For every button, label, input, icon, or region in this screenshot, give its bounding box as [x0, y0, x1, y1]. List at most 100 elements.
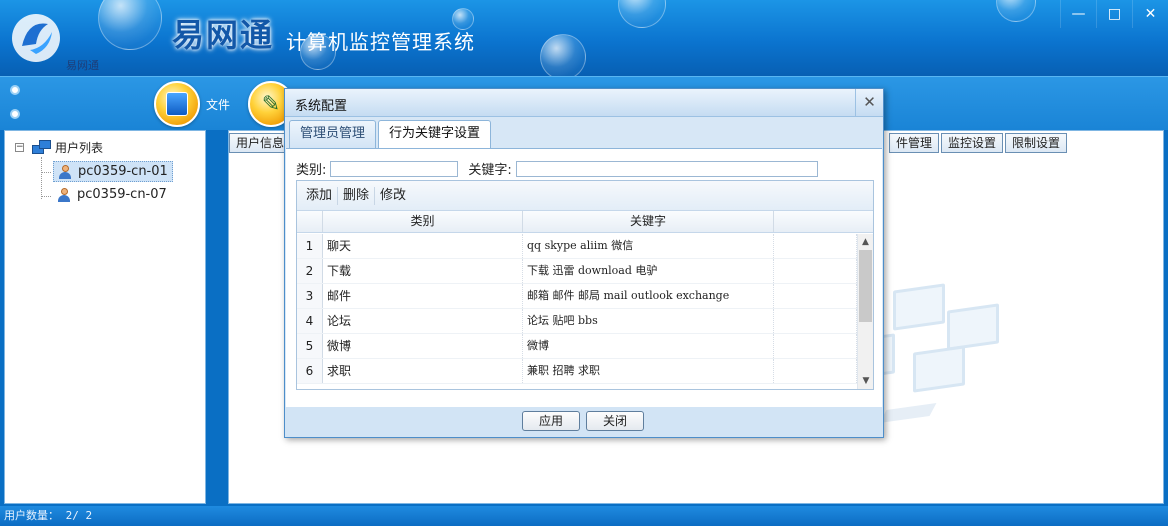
maximize-button[interactable]: □	[1096, 0, 1132, 28]
dialog-tabs: 管理员管理 行为关键字设置	[289, 120, 493, 149]
category-cell: 论坛	[323, 309, 523, 333]
toolbar-file-label: 文件	[206, 97, 231, 112]
tab-user-info[interactable]: 用户信息	[229, 133, 292, 153]
category-filter-label: 类别:	[296, 163, 327, 178]
keyword-column-header[interactable]: 关键字	[523, 211, 774, 232]
filler-cell	[774, 284, 857, 308]
filter-row: 类别: 关键字:	[296, 159, 828, 178]
app-logo-icon	[12, 14, 60, 62]
grid-rows: 1 聊天 qq skype aliim 微信 2 下载 下载 迅雷 downlo…	[297, 234, 857, 389]
status-bar: 用户数量： 2/ 2	[0, 506, 1168, 526]
app-title: 计算机监控管理系统	[286, 30, 475, 54]
dialog-cancel-button[interactable]: 关闭	[586, 411, 644, 431]
tree-user-label: pc0359-cn-07	[77, 187, 167, 202]
keyword-cell: 邮箱 邮件 邮局 mail outlook exchange	[523, 284, 774, 308]
scroll-thumb[interactable]	[859, 250, 872, 322]
tree-user-label: pc0359-cn-01	[78, 164, 168, 179]
apply-button[interactable]: 应用	[522, 411, 580, 431]
system-config-dialog: 系统配置 ✕ 管理员管理 行为关键字设置 类别: 关键字: 添加 删除 修改 类…	[284, 88, 884, 438]
dot-icon	[10, 109, 20, 119]
keyword-filter-input[interactable]	[515, 160, 818, 177]
grid-toolbar: 添加 删除 修改	[297, 181, 873, 211]
category-column-header[interactable]: 类别	[323, 211, 523, 232]
decorative-bubble	[618, 0, 666, 28]
category-cell: 下载	[323, 259, 523, 283]
tree-collapse-toggle[interactable]: −	[15, 143, 24, 152]
user-count-value: 2/ 2	[65, 509, 93, 522]
tree-root[interactable]: − 用户列表	[15, 139, 103, 156]
table-row[interactable]: 4 论坛 论坛 贴吧 bbs	[297, 309, 857, 334]
table-row[interactable]: 6 求职 兼职 招聘 求职	[297, 359, 857, 384]
keyword-cell: 下载 迅雷 download 电驴	[523, 259, 774, 283]
tree-root-label: 用户列表	[55, 141, 104, 155]
row-number: 1	[297, 234, 323, 258]
folder-icon	[154, 81, 200, 127]
minimize-button[interactable]: —	[1060, 0, 1096, 28]
window-close-button[interactable]: ✕	[1132, 0, 1168, 28]
table-row[interactable]: 2 下载 下载 迅雷 download 电驴	[297, 259, 857, 284]
row-number-header	[297, 211, 323, 232]
scroll-down-icon[interactable]: ▼	[858, 373, 874, 389]
dialog-footer: 应用 关闭	[285, 407, 883, 437]
tab-behavior-keywords[interactable]: 行为关键字设置	[378, 120, 492, 149]
tab-restriction-settings[interactable]: 限制设置	[1004, 133, 1067, 153]
decorative-bubble	[98, 0, 162, 50]
tree-user-node[interactable]: pc0359-cn-01	[53, 161, 173, 182]
dialog-body: 类别: 关键字: 添加 删除 修改 类别 关键字 1 聊天 qq skype a…	[286, 148, 882, 408]
user-tree-panel: − 用户列表 pc0359-cn-01 pc0359-cn-07	[4, 130, 206, 504]
network-icon	[32, 139, 52, 156]
keyword-cell: 微博	[523, 334, 774, 358]
keyword-cell: 兼职 招聘 求职	[523, 359, 774, 383]
tab-admin-management[interactable]: 管理员管理	[289, 120, 377, 148]
user-icon	[58, 164, 72, 179]
dot-icon	[10, 85, 20, 95]
keyword-cell: 论坛 贴吧 bbs	[523, 309, 774, 333]
category-cell: 邮件	[323, 284, 523, 308]
scroll-up-icon[interactable]: ▲	[858, 234, 873, 250]
category-filter-input[interactable]	[330, 160, 459, 177]
tree-user-node[interactable]: pc0359-cn-07	[53, 185, 171, 204]
user-count-label: 用户数量：	[4, 509, 59, 522]
dialog-close-icon[interactable]: ✕	[855, 89, 883, 116]
table-row[interactable]: 1 聊天 qq skype aliim 微信	[297, 234, 857, 259]
dialog-title: 系统配置	[295, 99, 348, 114]
tree-connector	[41, 196, 51, 197]
delete-button[interactable]: 删除	[338, 186, 376, 205]
keyword-filter-label: 关键字:	[468, 163, 512, 178]
filler-cell	[774, 234, 857, 258]
filler-cell	[774, 259, 857, 283]
tab-monitor-settings[interactable]: 监控设置	[940, 133, 1003, 153]
content-tab-strip-right: 件管理 监控设置 限制设置	[888, 133, 1069, 153]
decorative-bubble	[996, 0, 1036, 22]
table-row[interactable]: 3 邮件 邮箱 邮件 邮局 mail outlook exchange	[297, 284, 857, 309]
toolbar-file-button[interactable]: 文件	[154, 81, 230, 127]
filler-cell	[774, 359, 857, 383]
keyword-cell: qq skype aliim 微信	[523, 234, 774, 258]
window-controls: — □ ✕	[1060, 0, 1168, 28]
row-number: 6	[297, 359, 323, 383]
category-cell: 聊天	[323, 234, 523, 258]
table-row[interactable]: 5 微博 微博	[297, 334, 857, 359]
grid-scrollbar[interactable]: ▲ ▼	[857, 234, 873, 389]
user-icon	[57, 187, 71, 202]
row-number: 5	[297, 334, 323, 358]
brand-name: 易网通	[172, 16, 275, 54]
filler-column-header	[774, 211, 873, 232]
tab-file-management[interactable]: 件管理	[888, 133, 939, 153]
category-cell: 微博	[323, 334, 523, 358]
toolbar-handle	[10, 85, 20, 133]
tree-connector	[41, 157, 42, 199]
tree-connector	[41, 172, 51, 173]
add-button[interactable]: 添加	[301, 186, 339, 205]
grid-header: 类别 关键字	[297, 211, 873, 233]
dialog-titlebar[interactable]: 系统配置 ✕	[285, 89, 883, 117]
category-cell: 求职	[323, 359, 523, 383]
edit-button[interactable]: 修改	[375, 187, 411, 205]
app-header: 易网通 易网通 计算机监控管理系统 — □ ✕	[0, 0, 1168, 76]
brand-subtitle: 易网通	[66, 59, 99, 72]
row-number: 4	[297, 309, 323, 333]
filler-cell	[774, 309, 857, 333]
row-number: 2	[297, 259, 323, 283]
row-number: 3	[297, 284, 323, 308]
filler-cell	[774, 334, 857, 358]
